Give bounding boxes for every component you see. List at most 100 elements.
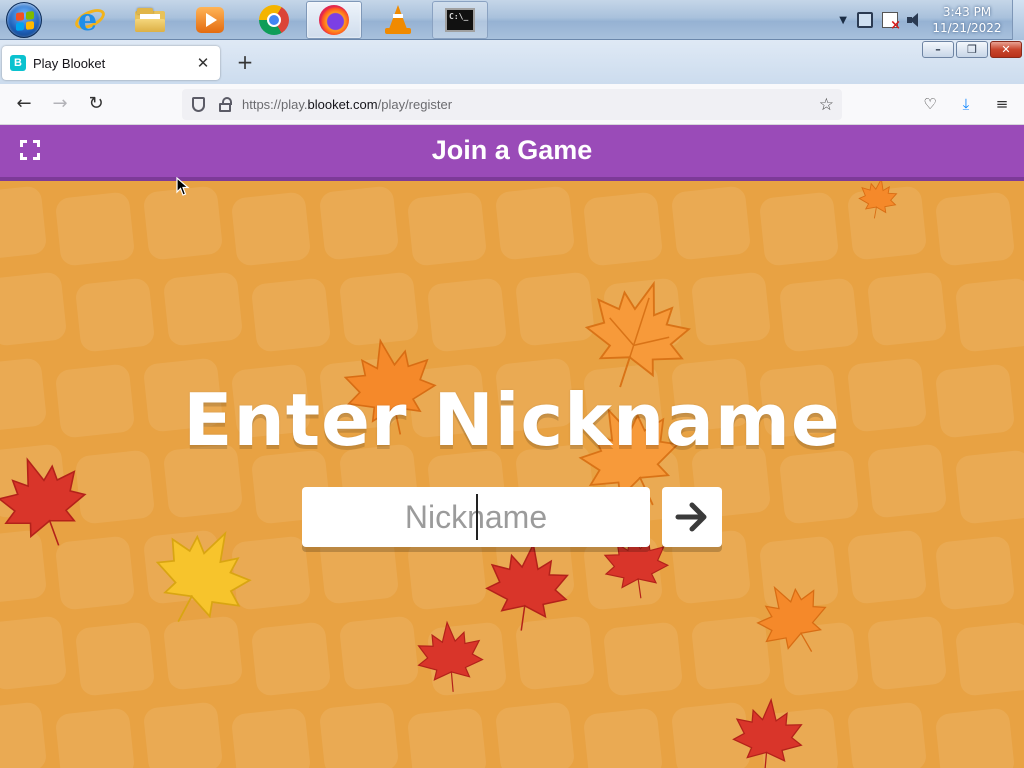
taskbar-media-player[interactable] bbox=[182, 1, 238, 39]
close-window-button[interactable]: ✕ bbox=[990, 41, 1022, 58]
page-header-bar: Join a Game bbox=[0, 125, 1024, 181]
internet-explorer-icon: e bbox=[72, 3, 108, 38]
background-tile bbox=[250, 277, 332, 353]
background-tile bbox=[0, 615, 68, 691]
background-tile bbox=[494, 185, 576, 261]
background-tile bbox=[54, 707, 136, 768]
windows-logo-icon bbox=[16, 11, 34, 31]
page-title: Join a Game bbox=[431, 135, 593, 165]
background-tile bbox=[142, 701, 224, 768]
background-tile bbox=[0, 271, 68, 347]
background-tile bbox=[582, 707, 664, 768]
background-tile bbox=[866, 271, 948, 347]
vlc-icon bbox=[384, 5, 412, 35]
maple-leaf-icon bbox=[732, 697, 803, 768]
background-tile bbox=[0, 701, 48, 768]
window-controls: – ❐ ✕ bbox=[920, 41, 1022, 58]
show-desktop-button[interactable] bbox=[1012, 0, 1024, 40]
browser-tab-strip: B Play Blooket ✕ + – ❐ ✕ bbox=[0, 40, 1024, 84]
system-tray: ▼ 3:43 PM 11/21/2022 bbox=[839, 0, 1024, 40]
blooket-favicon-icon: B bbox=[10, 55, 26, 71]
background-tile bbox=[338, 615, 420, 691]
background-tile bbox=[250, 621, 332, 697]
background-tile bbox=[162, 271, 244, 347]
firefox-icon bbox=[319, 5, 349, 35]
background-tile bbox=[846, 529, 928, 605]
url-path: /play/register bbox=[377, 97, 453, 112]
restore-button[interactable]: ❐ bbox=[956, 41, 988, 58]
url-prefix: https://play. bbox=[242, 97, 308, 112]
maple-leaf-icon bbox=[756, 585, 827, 652]
back-arrow-icon[interactable]: ← bbox=[12, 92, 36, 116]
toolbar-icons: ♡ ⤓ ≡ bbox=[906, 92, 1014, 116]
url-text[interactable]: https://play.blooket.com/play/register bbox=[242, 97, 819, 112]
background-tile bbox=[846, 701, 928, 768]
tab-play-blooket[interactable]: B Play Blooket ✕ bbox=[2, 46, 220, 80]
lock-icon[interactable] bbox=[219, 96, 232, 112]
address-bar[interactable]: https://play.blooket.com/play/register ☆ bbox=[182, 89, 842, 120]
minimize-icon: – bbox=[935, 43, 941, 56]
arrow-right-icon bbox=[675, 502, 707, 532]
join-submit-button[interactable] bbox=[662, 487, 722, 547]
enter-nickname-heading: Enter Nickname bbox=[183, 378, 841, 462]
background-tile bbox=[582, 191, 664, 267]
background-tile bbox=[0, 185, 48, 261]
background-tile bbox=[494, 701, 576, 768]
action-center-icon[interactable] bbox=[882, 12, 901, 33]
browser-navigation-bar: ← → ↻ https://play.blooket.com/play/regi… bbox=[0, 84, 1024, 125]
background-tile bbox=[406, 707, 488, 768]
maple-leaf-icon bbox=[155, 530, 252, 623]
hamburger-menu-icon[interactable]: ≡ bbox=[990, 92, 1014, 116]
bookmark-star-icon[interactable]: ☆ bbox=[819, 95, 834, 115]
autumn-background bbox=[0, 181, 1024, 768]
background-tile bbox=[758, 191, 840, 267]
clock-time: 3:43 PM bbox=[942, 5, 992, 19]
background-tile bbox=[74, 621, 156, 697]
network-icon[interactable] bbox=[857, 12, 873, 28]
background-tile bbox=[54, 191, 136, 267]
tracking-protection-shield-icon[interactable] bbox=[192, 97, 205, 112]
taskbar-command-prompt[interactable]: C:\_ bbox=[432, 1, 488, 39]
minimize-button[interactable]: – bbox=[922, 41, 954, 58]
close-icon: ✕ bbox=[1001, 43, 1011, 56]
background-tile bbox=[74, 277, 156, 353]
background-tile bbox=[318, 185, 400, 261]
downloads-icon[interactable]: ⤓ bbox=[954, 92, 978, 116]
background-tile bbox=[406, 191, 488, 267]
background-tile bbox=[670, 185, 752, 261]
background-tile bbox=[934, 707, 1016, 768]
background-tile bbox=[778, 277, 860, 353]
background-tile bbox=[954, 621, 1024, 697]
taskbar-chrome[interactable] bbox=[246, 1, 302, 39]
speaker-icon[interactable] bbox=[907, 12, 921, 28]
forward-arrow-icon[interactable]: → bbox=[48, 92, 72, 116]
background-tile bbox=[934, 191, 1016, 267]
show-hidden-icons-chevron-icon[interactable]: ▼ bbox=[839, 15, 847, 26]
folder-icon bbox=[135, 8, 165, 32]
chrome-icon bbox=[259, 5, 289, 35]
reload-icon[interactable]: ↻ bbox=[84, 92, 108, 116]
pocket-icon[interactable]: ♡ bbox=[918, 92, 942, 116]
taskbar-clock[interactable]: 3:43 PM 11/21/2022 bbox=[930, 4, 1004, 36]
taskbar-vlc[interactable] bbox=[370, 1, 426, 39]
new-tab-plus-icon[interactable]: + bbox=[233, 51, 257, 73]
text-caret bbox=[476, 494, 478, 540]
background-tile bbox=[230, 191, 312, 267]
background-tile bbox=[602, 621, 684, 697]
background-tile bbox=[318, 701, 400, 768]
taskbar-internet-explorer[interactable]: e bbox=[62, 1, 118, 39]
command-prompt-icon: C:\_ bbox=[445, 8, 475, 32]
url-host: blooket.com bbox=[307, 97, 378, 112]
tab-title: Play Blooket bbox=[33, 55, 106, 71]
media-player-icon bbox=[196, 7, 224, 33]
restore-icon: ❐ bbox=[967, 43, 977, 56]
windows-taskbar: e C:\_ ▼ 3:43 PM 11/21/2022 bbox=[0, 0, 1024, 40]
taskbar-file-explorer[interactable] bbox=[122, 1, 178, 39]
taskbar-firefox[interactable] bbox=[306, 1, 362, 39]
tab-close-icon[interactable]: ✕ bbox=[194, 54, 212, 72]
clock-date: 11/21/2022 bbox=[932, 21, 1002, 35]
start-button[interactable] bbox=[6, 2, 42, 38]
maple-leaf-icon bbox=[858, 181, 898, 219]
background-tile bbox=[954, 277, 1024, 353]
background-tile bbox=[934, 535, 1016, 611]
